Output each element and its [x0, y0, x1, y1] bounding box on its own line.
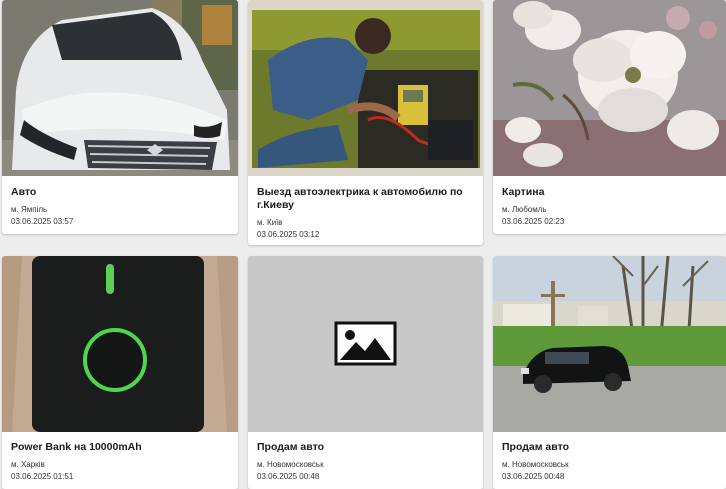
listing-city: м. Новомосковськ: [257, 460, 324, 469]
listing-date: 03.06.2025 00:48: [502, 472, 565, 481]
listing-card[interactable]: Продам авто м. Новомосковськ 03.06.2025 …: [493, 256, 726, 489]
listing-date: 03.06.2025 01:51: [11, 472, 74, 481]
listing-date: 03.06.2025 02:23: [502, 217, 565, 226]
listing-title[interactable]: Выезд автоэлектрика к автомобилю по г.Ки…: [257, 186, 475, 212]
listing-card[interactable]: Продам авто м. Новомосковськ 03.06.2025 …: [248, 256, 483, 489]
listing-card[interactable]: Power Bank на 10000mAh м. Харків 03.06.2…: [2, 256, 238, 489]
listing-photo[interactable]: [248, 0, 483, 176]
listing-photo[interactable]: [248, 256, 483, 432]
listing-title[interactable]: Продам авто: [502, 441, 718, 454]
listing-date: 03.06.2025 03:12: [257, 230, 320, 239]
listing-card[interactable]: Выезд автоэлектрика к автомобилю по г.Ки…: [248, 0, 483, 245]
listing-city: м. Ямпіль: [11, 205, 48, 214]
listing-photo[interactable]: [2, 256, 238, 432]
listing-city: м. Любомль: [502, 205, 547, 214]
listing-photo[interactable]: [493, 256, 726, 432]
image-placeholder-icon: [248, 256, 483, 432]
listing-card[interactable]: Авто м. Ямпіль 03.06.2025 03:57: [2, 0, 238, 234]
listing-date: 03.06.2025 03:57: [11, 217, 74, 226]
listing-title[interactable]: Продам авто: [257, 441, 475, 454]
listing-city: м. Новомосковськ: [502, 460, 569, 469]
listing-date: 03.06.2025 00:48: [257, 472, 320, 481]
listing-city: м. Харків: [11, 460, 45, 469]
listing-title[interactable]: Power Bank на 10000mAh: [11, 441, 230, 454]
listings-grid: Авто м. Ямпіль 03.06.2025 03:57 Выезд ав…: [0, 0, 726, 489]
listing-title[interactable]: Авто: [11, 186, 230, 199]
listing-city: м. Київ: [257, 218, 283, 227]
listing-card[interactable]: Картина м. Любомль 03.06.2025 02:23: [493, 0, 726, 234]
listing-photo[interactable]: [2, 0, 238, 176]
listing-title[interactable]: Картина: [502, 186, 718, 199]
listing-photo[interactable]: [493, 0, 726, 176]
